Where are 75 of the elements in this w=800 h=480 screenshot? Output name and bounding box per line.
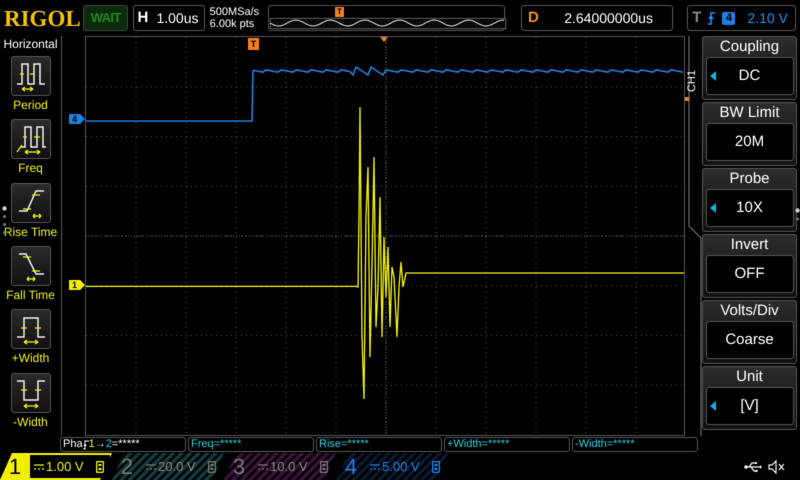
channel-number: 1 <box>8 453 22 480</box>
bandwidth-limit-icon <box>320 460 328 472</box>
option-value: OFF <box>734 264 766 284</box>
timebase-label: H <box>137 8 148 28</box>
menu-option[interactable]: Invert OFF <box>702 234 797 298</box>
menu-option[interactable]: Volts/Div Coarse <box>702 300 797 364</box>
speaker-muted-icon <box>768 460 786 474</box>
option-value: 20M <box>734 132 766 152</box>
option-title: Invert <box>730 235 768 255</box>
option-value: 10X <box>735 198 764 218</box>
trigger-label: T <box>692 8 702 28</box>
rising-edge-icon <box>707 12 716 24</box>
menu-title: Horizontal <box>3 37 58 51</box>
delay-label: D <box>528 8 539 28</box>
channel-tab[interactable]: 4 5.00 V <box>336 453 448 480</box>
dc-coupling-icon <box>146 464 156 470</box>
dc-coupling-icon <box>258 464 268 470</box>
sample-rate: 500MSa/s <box>210 6 260 18</box>
channel-scale: 10.0 V <box>270 458 309 476</box>
option-title: Coupling <box>720 37 780 57</box>
measurement-text: -Width=***** <box>575 438 635 451</box>
memory-depth: 6.00k pts <box>210 18 256 30</box>
usb-icon <box>744 462 762 472</box>
option-title: BW Limit <box>720 103 780 123</box>
menu-option[interactable]: Probe 10X <box>702 168 797 232</box>
channel-tab[interactable]: 3 10.0 V <box>224 453 336 480</box>
option-title: Volts/Div <box>720 301 779 321</box>
trigger-position-marker: T <box>335 7 344 17</box>
trigger-source: 4 <box>722 12 736 24</box>
channel-scale: 1.00 V <box>46 458 85 476</box>
channel-tab-label: CH1 <box>686 70 698 92</box>
dc-coupling-icon <box>370 464 380 470</box>
measurement-source: 2 <box>106 438 112 451</box>
channel-tab[interactable]: 2 20.0 V <box>112 453 224 480</box>
channel-number: 3 <box>232 453 246 480</box>
option-value: Coarse <box>724 330 775 350</box>
menu-option[interactable]: Coupling DC <box>702 36 797 100</box>
channel-scale: 5.00 V <box>382 458 421 476</box>
channel-number: 2 <box>120 453 134 480</box>
measure-option[interactable]: Fall Time <box>0 246 62 310</box>
bandwidth-limit-icon <box>432 460 440 472</box>
brand-logo: RIGOL <box>4 6 78 30</box>
menu-option[interactable]: BW Limit 20M <box>702 102 797 166</box>
trigger-level: 2.10 V <box>747 8 788 28</box>
option-title: Unit <box>736 367 763 387</box>
channel-marker[interactable]: 1 <box>69 280 85 290</box>
option-title: Probe <box>729 169 770 189</box>
channel-marker[interactable]: 4 <box>69 114 85 124</box>
page-indicator-icon <box>795 208 800 222</box>
option-value: DC <box>738 66 762 86</box>
measurement-source: 1 <box>88 438 95 451</box>
option-value: [V] <box>739 396 760 416</box>
menu-option[interactable]: Unit [V] <box>702 366 797 430</box>
run-status: WAIT <box>83 5 128 31</box>
measure-option[interactable]: +Width <box>0 309 62 373</box>
bandwidth-limit-icon <box>208 460 216 472</box>
measure-option[interactable]: Period <box>0 56 62 120</box>
dc-coupling-icon <box>34 464 44 470</box>
measurement-arrow: → <box>94 438 106 451</box>
center-marker-icon <box>380 37 388 42</box>
measurement-value: =***** <box>112 438 140 451</box>
measurement-text: Freq=***** <box>191 438 242 451</box>
measurement-text: +Width=***** <box>447 438 510 451</box>
trigger-position-marker: T <box>248 38 259 50</box>
measurement-label: Pha <box>63 438 83 451</box>
measurement-text: Rise=***** <box>319 438 369 451</box>
channel-tab[interactable]: 1 1.00 V <box>0 453 112 480</box>
trigger-level-marker-icon <box>685 97 689 101</box>
measure-option[interactable]: Rise Time <box>0 182 62 246</box>
rising-edge-icon <box>82 440 89 450</box>
measure-option[interactable]: Freq <box>0 119 62 183</box>
measure-option[interactable]: -Width <box>0 372 62 436</box>
bandwidth-limit-icon <box>96 460 104 472</box>
channel-scale: 20.0 V <box>158 458 197 476</box>
channel-number: 4 <box>344 453 358 480</box>
